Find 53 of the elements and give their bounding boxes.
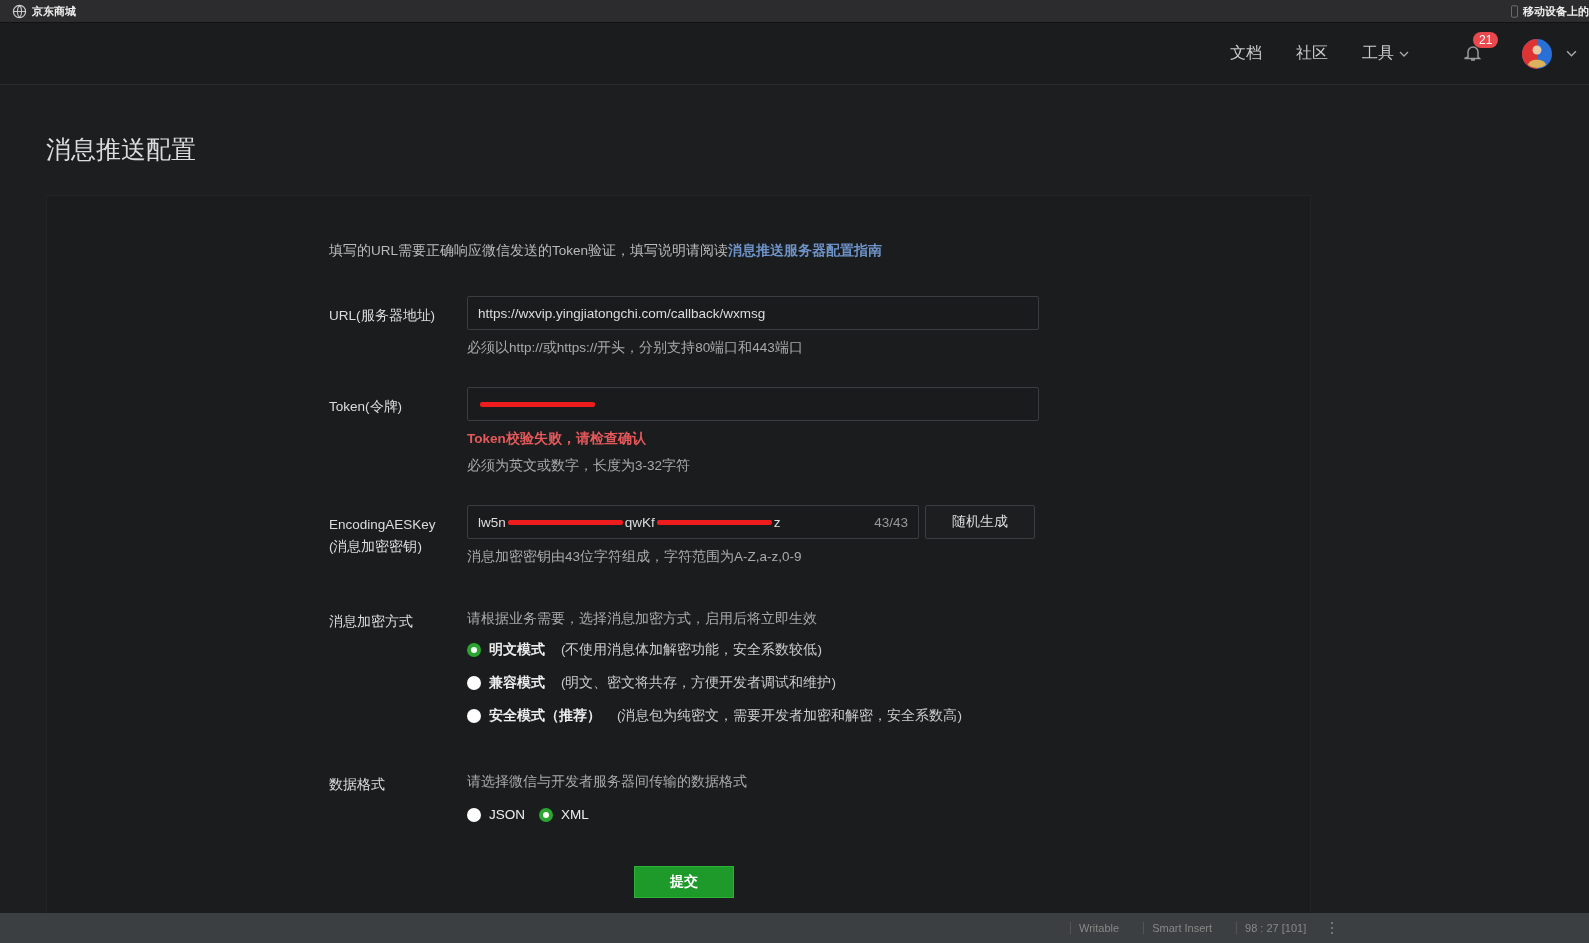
bell-icon[interactable] (1464, 43, 1482, 62)
globe-icon (12, 3, 27, 19)
radio-button[interactable] (467, 807, 481, 822)
option-label: 明文模式 (489, 641, 545, 659)
user-avatar[interactable] (1522, 38, 1552, 69)
hint-text: 消息加密密钥由43位字符组成，字符范围为A-Z,a-z,0-9 (467, 548, 803, 566)
radio-button[interactable] (467, 643, 481, 657)
submit-button[interactable]: 提交 (634, 866, 734, 898)
option-label: XML (561, 807, 589, 822)
input-field[interactable] (467, 387, 1039, 421)
phone-icon (1511, 4, 1518, 18)
field-value: lw5n (478, 514, 506, 530)
field-value: qwKf (624, 514, 655, 530)
radio-button[interactable] (467, 676, 481, 690)
device-label: 移动设备上的 (1523, 3, 1589, 19)
status-item: Smart Insert (1143, 922, 1237, 934)
field-value: z (773, 514, 781, 530)
field-label: 消息加密方式 (329, 613, 414, 631)
option-note: (明文、密文将共存，方便开发者调试和维护) (561, 674, 836, 692)
char-counter: 43/43 (874, 514, 908, 530)
status-item: Writable (1070, 922, 1144, 934)
field-label: 数据格式 (329, 776, 386, 794)
error-message: Token校验失败，请检查确认 (467, 430, 647, 448)
generate-button[interactable]: 随机生成 (925, 505, 1035, 539)
field-label: EncodingAESKey (329, 516, 437, 534)
notification-badge: 21 (1473, 31, 1499, 48)
option-note: (不使用消息体加解密功能，安全系数较低) (561, 641, 822, 659)
caret-icon (1399, 50, 1409, 57)
option-label: 兼容模式 (489, 674, 545, 692)
nav-link[interactable]: 工具 (1362, 43, 1409, 64)
option-label: JSON (489, 807, 525, 822)
field-label: (消息加密密钥) (329, 538, 423, 556)
input-field[interactable]: lw5n qwKf z 43/43 (467, 505, 919, 539)
option-note: (消息包为纯密文，需要开发者加密和解密，安全系数高) (617, 707, 962, 725)
hint-text: 请选择微信与开发者服务器间传输的数据格式 (467, 773, 748, 791)
hint-text: 必须为英文或数字，长度为3-32字符 (467, 457, 692, 475)
nav-link[interactable]: 文档 (1230, 43, 1262, 64)
intro-text: 填写的URL需要正确响应微信发送的Token验证，填写说明请阅读 (329, 243, 729, 258)
status-item: 98 : 27 [101] (1236, 922, 1331, 934)
page-title: 消息推送配置 (46, 134, 197, 165)
nav-link[interactable]: 社区 (1296, 43, 1328, 64)
option-label: 安全模式（推荐） (489, 707, 601, 725)
field-label: URL(服务器地址) (329, 307, 436, 325)
hint-text: 请根据业务需要，选择消息加密方式，启用后将立即生效 (467, 610, 818, 628)
caret-icon[interactable] (1566, 50, 1577, 57)
guide-link[interactable]: 消息推送服务器配置指南 (728, 243, 883, 258)
field-value: https://wxvip.yingjiatongchi.com/callback/wxmsg (478, 305, 766, 321)
field-label: Token(令牌) (329, 398, 403, 416)
site-name: 京东商城 (32, 3, 76, 19)
hint-text: 必须以http://或https://开头，分别支持80端口和443端口 (467, 339, 804, 357)
radio-button[interactable] (467, 709, 481, 723)
input-field[interactable]: https://wxvip.yingjiatongchi.com/callback/wxmsg (467, 296, 1039, 330)
radio-button[interactable] (539, 807, 553, 822)
